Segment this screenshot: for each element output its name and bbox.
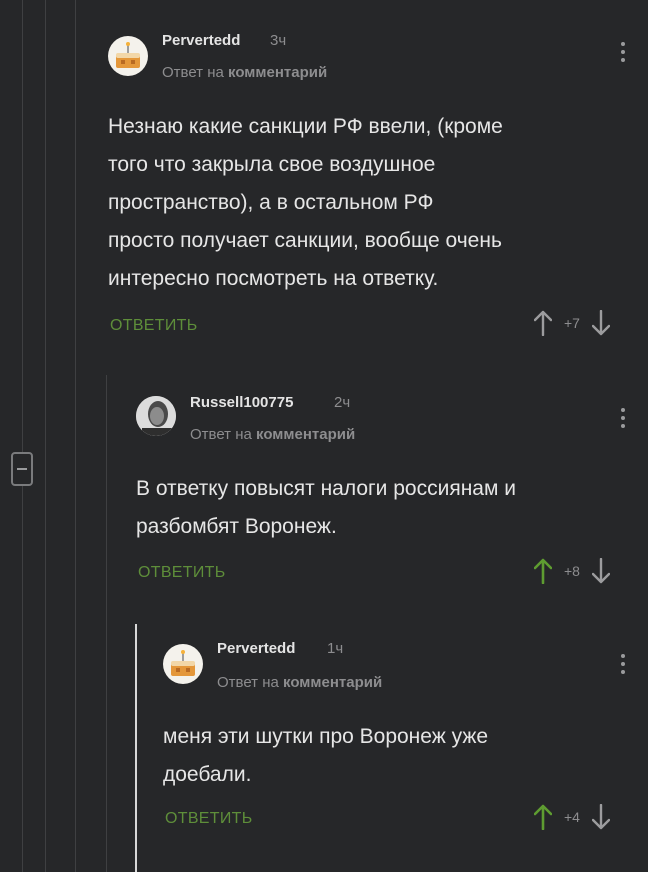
avatar-cake-icon[interactable] [163,644,203,684]
vote-control: +7 [534,310,610,336]
comment-line: интересно посмотреть на ответку. [108,267,439,290]
reply-button[interactable]: ОТВЕТИТЬ [110,317,198,335]
reply-to-line: Ответ на комментарий [217,674,382,691]
reply-to-prefix: Ответ на [190,426,252,443]
comment-line: меня эти шутки про Воронеж уже [163,725,489,748]
comment: Russell100775 2ч Ответ на комментарий В … [136,394,638,596]
upvote-arrow-icon[interactable] [534,310,552,336]
comment-time: 2ч [334,394,351,411]
comment-line: В ответку повысят налоги россиянам и [136,477,516,500]
thread-line [22,486,23,872]
comment: Pervertedd 1ч Ответ на комментарий меня … [163,640,638,844]
avatar-person-icon[interactable] [136,396,176,436]
comment-body: В ответку повысят налоги россиянам и раз… [136,470,516,546]
reply-to-prefix: Ответ на [217,674,279,691]
upvote-arrow-icon[interactable] [534,804,552,830]
downvote-arrow-icon[interactable] [591,310,610,336]
menu-dots-icon[interactable] [620,654,626,678]
reply-button[interactable]: ОТВЕТИТЬ [138,564,226,582]
menu-dots-icon[interactable] [620,408,626,432]
comment-time: 3ч [270,32,287,49]
reply-to-prefix: Ответ на [162,64,224,81]
comment-line: доебали. [163,763,252,786]
comment-line: просто получает санкции, вообще очень [108,229,502,252]
comment-line: Незнаю какие санкции РФ ввели, (кроме [108,115,503,138]
avatar-cake-icon[interactable] [108,36,148,76]
thread-line [75,0,76,872]
reply-button[interactable]: ОТВЕТИТЬ [165,810,253,828]
reply-to-link[interactable]: комментарий [283,674,382,691]
upvote-arrow-icon[interactable] [534,558,552,584]
comment: Pervertedd 3ч Ответ на комментарий Незна… [108,32,638,346]
thread-line [106,375,107,872]
author-name[interactable]: Russell100775 [190,394,293,411]
vote-score: +4 [564,809,580,825]
collapse-thread-icon[interactable] [11,452,33,486]
vote-score: +7 [564,315,580,331]
thread-line [45,0,46,872]
comment-time: 1ч [327,640,344,657]
vote-control: +4 [534,804,610,830]
reply-to-link[interactable]: комментарий [228,64,327,81]
author-name[interactable]: Pervertedd [217,640,295,657]
vote-score: +8 [564,563,580,579]
thread-line-active [135,624,137,872]
vote-control: +8 [534,558,610,584]
author-name[interactable]: Pervertedd [162,32,240,49]
comment-line: того что закрыла свое воздушное [108,153,436,176]
downvote-arrow-icon[interactable] [591,558,610,584]
menu-dots-icon[interactable] [620,42,626,66]
comment-body: меня эти шутки про Воронеж уже доебали. [163,718,488,794]
comment-body: Незнаю какие санкции РФ ввели, (кроме то… [108,108,503,298]
reply-to-line: Ответ на комментарий [190,426,355,443]
comment-line: пространство), а в остальном РФ [108,191,434,214]
reply-to-link[interactable]: комментарий [256,426,355,443]
downvote-arrow-icon[interactable] [591,804,610,830]
thread-line [22,0,23,452]
reply-to-line: Ответ на комментарий [162,64,327,81]
comment-line: разбомбят Воронеж. [136,515,337,538]
